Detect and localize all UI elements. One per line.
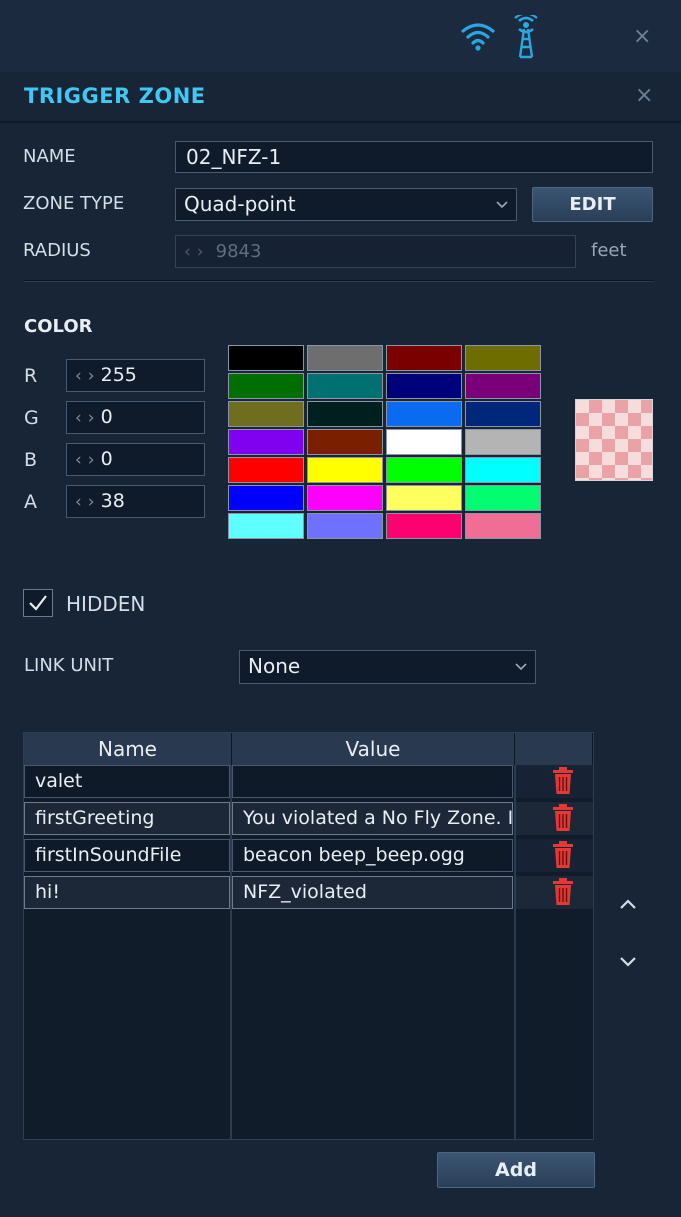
zone-type-label: ZONE TYPE	[23, 193, 125, 214]
stepper-arrows-icon: ‹›	[184, 242, 210, 262]
palette-swatch[interactable]	[307, 485, 383, 511]
edit-button[interactable]: EDIT	[532, 187, 653, 222]
channel-value: 38	[100, 490, 125, 512]
channel-stepper-r[interactable]: ‹›255	[66, 359, 205, 392]
palette-swatch[interactable]	[228, 513, 304, 539]
trash-icon[interactable]	[552, 767, 574, 795]
row-name-cell[interactable]: hi!	[24, 876, 230, 909]
stepper-arrows-icon[interactable]: ‹›	[67, 450, 101, 470]
palette-swatch[interactable]	[465, 485, 541, 511]
channel-label-g: G	[24, 407, 39, 429]
wifi-icon	[461, 23, 495, 51]
link-unit-value: None	[248, 654, 301, 678]
palette-swatch[interactable]	[228, 373, 304, 399]
panel-close-button[interactable]: ×	[635, 85, 653, 107]
move-up-button[interactable]	[619, 897, 637, 911]
palette-swatch[interactable]	[307, 401, 383, 427]
add-button[interactable]: Add	[437, 1152, 595, 1188]
header-name: Name	[24, 733, 232, 765]
palette-swatch[interactable]	[228, 345, 304, 371]
name-input[interactable]: 02_NFZ-1	[175, 141, 653, 173]
channel-label-b: B	[24, 449, 38, 471]
row-value-cell[interactable]: beacon beep_beep.ogg	[232, 839, 513, 872]
color-preview	[575, 399, 653, 481]
title-divider	[0, 121, 681, 123]
channel-value: 0	[100, 406, 113, 428]
channel-label-a: A	[24, 491, 37, 513]
radius-value: 9843	[215, 241, 262, 262]
radius-unit: feet	[591, 240, 627, 261]
palette-swatch[interactable]	[465, 345, 541, 371]
palette-swatch[interactable]	[386, 457, 462, 483]
channel-stepper-a[interactable]: ‹›38	[66, 485, 205, 518]
panel-title: TRIGGER ZONE	[24, 84, 206, 108]
palette-swatch[interactable]	[386, 513, 462, 539]
stepper-arrows-icon[interactable]: ‹›	[67, 492, 101, 512]
trash-icon[interactable]	[552, 878, 574, 906]
chevron-down-icon	[496, 201, 508, 209]
palette-swatch[interactable]	[307, 513, 383, 539]
radius-label: RADIUS	[23, 240, 91, 261]
stepper-arrows-icon[interactable]: ‹›	[67, 408, 101, 428]
palette-swatch[interactable]	[465, 373, 541, 399]
color-heading: COLOR	[24, 316, 93, 337]
chevron-down-icon	[515, 663, 527, 671]
radius-stepper: ‹› 9843	[175, 235, 576, 268]
channel-label-r: R	[24, 365, 38, 387]
row-value-cell[interactable]	[232, 765, 513, 798]
header-value: Value	[232, 733, 515, 765]
move-down-button[interactable]	[619, 955, 637, 969]
row-value-cell[interactable]: NFZ_violated	[232, 876, 513, 909]
stepper-arrows-icon[interactable]: ‹›	[67, 366, 101, 386]
palette-swatch[interactable]	[307, 457, 383, 483]
palette-swatch[interactable]	[307, 429, 383, 455]
channel-stepper-b[interactable]: ‹›0	[66, 443, 205, 476]
palette-swatch[interactable]	[465, 401, 541, 427]
palette-swatch[interactable]	[228, 457, 304, 483]
palette-swatch[interactable]	[465, 457, 541, 483]
palette-swatch[interactable]	[228, 401, 304, 427]
palette-swatch[interactable]	[228, 429, 304, 455]
palette-swatch[interactable]	[465, 429, 541, 455]
broadcast-tower-icon	[514, 15, 538, 59]
row-name-cell[interactable]: firstInSoundFile	[24, 839, 230, 872]
window-close-button[interactable]: ×	[633, 26, 651, 48]
trash-icon[interactable]	[552, 804, 574, 832]
channel-stepper-g[interactable]: ‹›0	[66, 401, 205, 434]
section-divider	[24, 280, 654, 282]
palette-swatch[interactable]	[386, 429, 462, 455]
hidden-label: HIDDEN	[66, 592, 146, 616]
link-unit-select[interactable]: None	[239, 650, 536, 684]
trash-icon[interactable]	[552, 841, 574, 869]
palette-swatch[interactable]	[465, 513, 541, 539]
header-actions	[515, 733, 593, 765]
palette-swatch[interactable]	[228, 485, 304, 511]
palette-swatch[interactable]	[386, 373, 462, 399]
zone-type-select[interactable]: Quad-point	[175, 188, 517, 221]
channel-value: 255	[100, 364, 137, 386]
palette-swatch[interactable]	[307, 373, 383, 399]
name-label: NAME	[23, 146, 76, 167]
hidden-checkbox[interactable]	[23, 589, 53, 617]
channel-value: 0	[100, 448, 113, 470]
palette-swatch[interactable]	[386, 485, 462, 511]
row-name-cell[interactable]: firstGreeting	[24, 802, 230, 835]
top-bar	[0, 0, 681, 72]
palette-swatch[interactable]	[386, 345, 462, 371]
palette-swatch[interactable]	[307, 345, 383, 371]
row-value-cell[interactable]: You violated a No Fly Zone. I	[232, 802, 513, 835]
row-name-cell[interactable]: valet	[24, 765, 230, 798]
zone-type-value: Quad-point	[184, 192, 296, 216]
palette-swatch[interactable]	[386, 401, 462, 427]
link-unit-label: LINK UNIT	[24, 655, 114, 676]
checkmark-icon	[29, 595, 47, 611]
